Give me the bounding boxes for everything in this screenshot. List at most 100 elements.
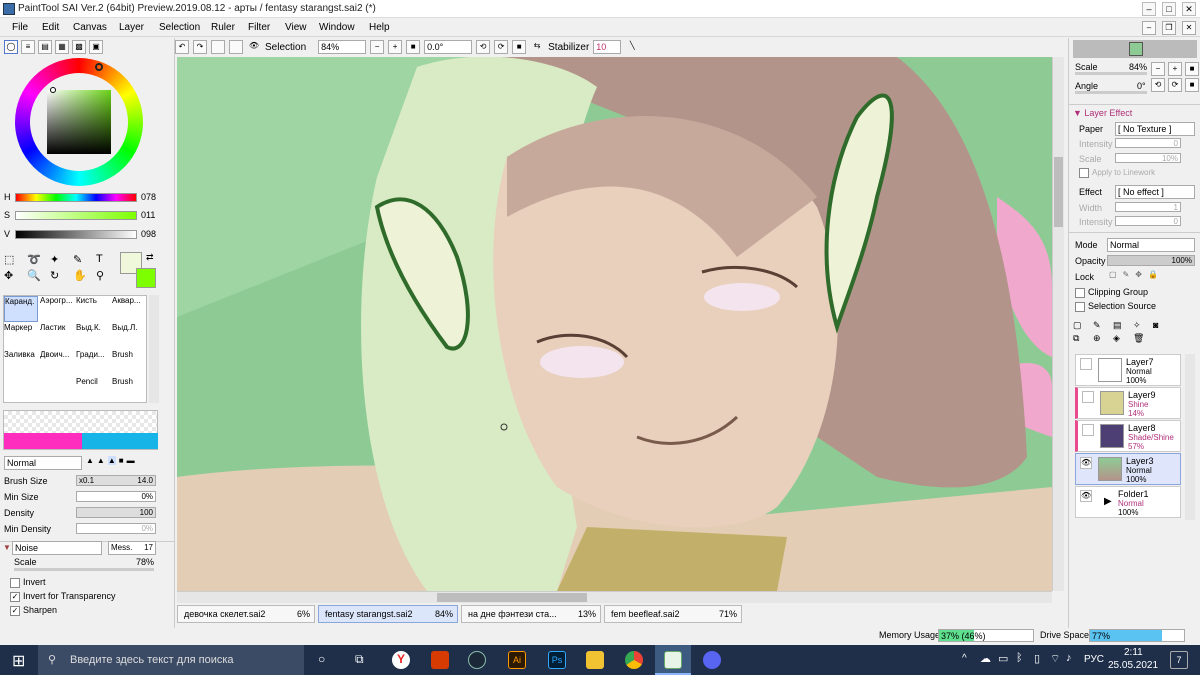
tool-binary[interactable]: Двоич... xyxy=(40,350,74,376)
menu-file[interactable]: File xyxy=(12,22,28,33)
effect-width-slider[interactable]: 1 xyxy=(1115,202,1181,212)
density-slider[interactable]: 100 xyxy=(76,507,156,518)
h-slider[interactable] xyxy=(15,193,137,202)
nav-angle-slider[interactable] xyxy=(1075,91,1147,94)
lasso-icon[interactable]: ➰ xyxy=(27,253,47,266)
menu-selection[interactable]: Selection xyxy=(159,22,200,33)
zoom-reset-button[interactable]: ■ xyxy=(406,40,421,54)
zoom-icon[interactable]: 🔍 xyxy=(27,269,47,282)
nav-rotate-left[interactable]: ⟲ xyxy=(1151,78,1165,92)
s-slider[interactable] xyxy=(15,211,137,220)
folder-row[interactable]: 👁 ▶ Folder1 Normal 100% xyxy=(1075,486,1181,518)
windows-start-icon[interactable]: ⊞ xyxy=(12,651,25,671)
layer-row[interactable]: Layer7 Normal 100% xyxy=(1075,354,1181,386)
bluetooth-icon[interactable]: ᛒ xyxy=(1016,652,1023,664)
yandex-browser-icon[interactable]: Y xyxy=(392,651,410,669)
invert-checkbox[interactable]: Invert xyxy=(10,577,46,588)
select-pen-icon[interactable]: ✎ xyxy=(73,253,93,266)
blend-mode-select[interactable]: Normal xyxy=(4,456,82,470)
minimize-button[interactable]: – xyxy=(1142,2,1156,16)
doc-restore-button[interactable]: ❐ xyxy=(1162,21,1176,35)
monitor-icon[interactable]: ▭ xyxy=(998,652,1008,665)
min-density-slider[interactable]: 0% xyxy=(76,523,156,534)
nav-zoom-reset[interactable]: ■ xyxy=(1185,62,1199,76)
discord-icon[interactable] xyxy=(703,651,721,669)
invert-transparency-checkbox[interactable]: ✓ Invert for Transparency xyxy=(10,591,116,602)
scratchpad-icon[interactable]: ▩ xyxy=(72,40,86,54)
invert-selection-icon[interactable] xyxy=(229,40,243,54)
tool-gradient[interactable]: Гради... xyxy=(76,350,110,376)
lock-move-icon[interactable]: ✥ xyxy=(1135,270,1142,279)
tool-marker[interactable]: Маркер xyxy=(4,323,38,349)
sv-marker[interactable] xyxy=(50,87,56,93)
tool-pencil-2[interactable]: Pencil xyxy=(76,377,110,403)
min-size-slider[interactable]: 0% xyxy=(76,491,156,502)
cortana-icon[interactable]: ○ xyxy=(318,652,325,666)
doc-close-button[interactable]: ✕ xyxy=(1182,21,1196,35)
secondary-color-swatch[interactable] xyxy=(136,268,156,288)
selection-source-checkbox[interactable]: Selection Source xyxy=(1075,301,1156,312)
merge-down-icon[interactable]: ⊕ xyxy=(1093,333,1111,344)
tool-brush[interactable]: Кисть xyxy=(76,296,110,322)
language-indicator[interactable]: РУС xyxy=(1084,654,1104,665)
eyedropper-icon[interactable]: ⚲ xyxy=(96,269,116,282)
tool-watercolor[interactable]: Аквар... xyxy=(112,296,146,322)
visibility-toggle[interactable] xyxy=(1082,424,1094,436)
clock-time[interactable]: 2:11 xyxy=(1124,647,1143,658)
tool-eraser[interactable]: Ластик xyxy=(40,323,74,349)
line-tool-icon[interactable]: ╲ xyxy=(625,40,639,54)
steam-icon[interactable] xyxy=(468,651,486,669)
tool-brush-2[interactable]: Brush xyxy=(112,350,146,376)
hsv-sliders-icon[interactable]: ▤ xyxy=(38,40,52,54)
cloud-icon[interactable]: ☁ xyxy=(980,652,991,665)
effect-intensity-slider[interactable]: 0 xyxy=(1115,216,1181,226)
photoshop-icon[interactable]: Ps xyxy=(548,651,566,669)
angle-field[interactable]: 0.0° xyxy=(424,40,473,54)
menu-filter[interactable]: Filter xyxy=(248,22,270,33)
notifications-icon[interactable]: 7 xyxy=(1170,651,1188,669)
vertical-scrollbar[interactable] xyxy=(1052,57,1064,591)
visibility-toggle[interactable] xyxy=(1082,391,1094,403)
shape-soft-icon[interactable]: ▲ xyxy=(107,456,116,465)
drawing-canvas[interactable] xyxy=(177,57,1052,591)
nav-rotate-reset[interactable]: ■ xyxy=(1185,78,1199,92)
clear-layer-icon[interactable]: ◈ xyxy=(1113,333,1131,344)
delete-layer-icon[interactable]: 🗑 xyxy=(1133,333,1151,344)
tray-chevron-icon[interactable]: ^ xyxy=(962,653,967,664)
shape-medium-icon[interactable]: ▲ xyxy=(97,456,105,465)
layer-mode-select[interactable]: Normal xyxy=(1107,238,1195,252)
collapse-icon[interactable]: ▼ xyxy=(3,543,11,552)
tool-brush-3[interactable]: Brush xyxy=(112,377,146,403)
rgb-sliders-icon[interactable]: ≡ xyxy=(21,40,35,54)
office-icon[interactable] xyxy=(431,651,449,669)
paper-select[interactable]: [ No Texture ] xyxy=(1115,122,1195,136)
doc-minimize-button[interactable]: – xyxy=(1142,21,1156,35)
v-slider[interactable] xyxy=(15,230,137,239)
navigator-preview[interactable] xyxy=(1073,40,1197,58)
network-icon[interactable]: ⌔ xyxy=(1050,652,1060,666)
rect-select-icon[interactable]: ⬚ xyxy=(4,253,24,266)
nav-zoom-out[interactable]: − xyxy=(1151,62,1165,76)
hand-icon[interactable]: ✋ xyxy=(73,269,93,282)
nav-zoom-in[interactable]: + xyxy=(1168,62,1182,76)
tool-airbrush[interactable]: Аэрогр... xyxy=(40,296,74,322)
visibility-toggle[interactable] xyxy=(1080,358,1092,370)
horizontal-scroll-thumb[interactable] xyxy=(437,593,587,602)
magic-wand-icon[interactable]: ✦ xyxy=(50,253,70,266)
tool-fill[interactable]: Заливка xyxy=(4,350,38,376)
visibility-toggle[interactable]: 👁 xyxy=(1080,457,1092,469)
doc-tab-active[interactable]: fentasy starangst.sai2 84% xyxy=(318,605,458,623)
doc-tab[interactable]: девочка скелет.sai2 6% xyxy=(177,605,315,623)
menu-edit[interactable]: Edit xyxy=(42,22,59,33)
new-layer-icon[interactable]: ▢ xyxy=(1073,320,1091,331)
menu-layer[interactable]: Layer xyxy=(119,22,144,33)
layer-row[interactable]: Layer8 Shade/Shine 57% xyxy=(1075,420,1181,452)
vertical-scroll-thumb[interactable] xyxy=(1054,157,1063,227)
paper-scale-slider[interactable]: 10% xyxy=(1115,153,1181,163)
illustrator-icon[interactable]: Ai xyxy=(508,651,526,669)
apply-linework-checkbox[interactable]: Apply to Linework xyxy=(1079,168,1155,178)
file-explorer-icon[interactable] xyxy=(586,651,604,669)
swap-colors-icon[interactable]: ⇄ xyxy=(146,252,154,263)
menu-canvas[interactable]: Canvas xyxy=(73,22,107,33)
menu-view[interactable]: View xyxy=(285,22,307,33)
